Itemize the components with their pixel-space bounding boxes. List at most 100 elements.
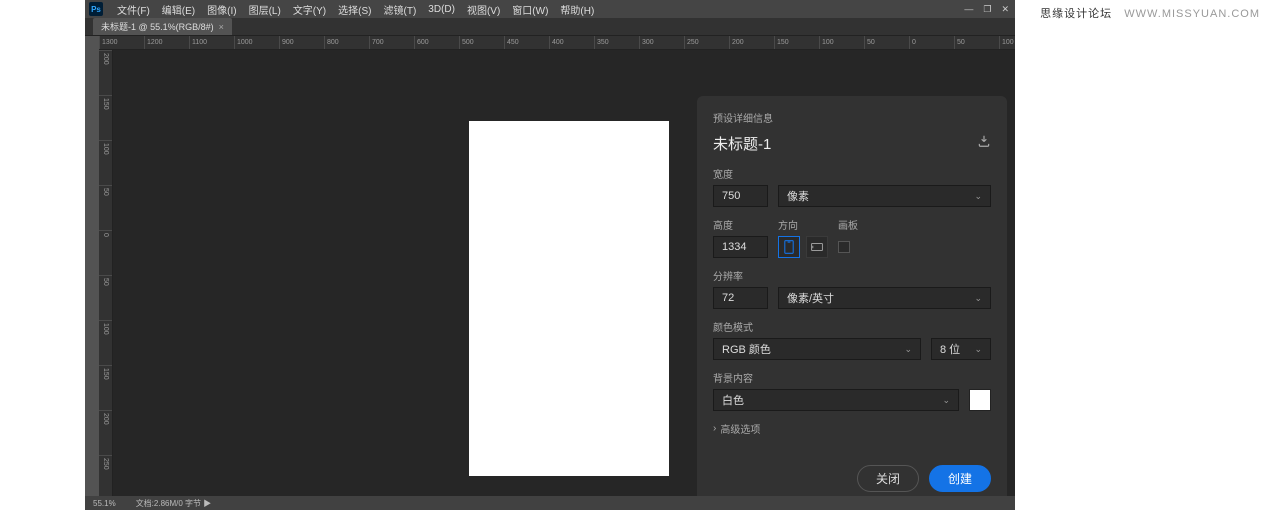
background-color-swatch[interactable] (969, 389, 991, 411)
window-minimize-icon[interactable]: — (964, 4, 973, 14)
background-value: 白色 (722, 392, 744, 408)
ruler-tick: 150 (99, 365, 112, 410)
close-button[interactable]: 关闭 (857, 465, 919, 492)
window-restore-icon[interactable]: ❐ (983, 4, 991, 15)
bit-depth-select[interactable]: 8 位 ⌄ (931, 338, 991, 360)
ruler-tick: 250 (684, 36, 729, 49)
chevron-down-icon: ⌄ (974, 293, 982, 304)
ruler-tick: 1200 (144, 36, 189, 49)
ruler-tick: 600 (414, 36, 459, 49)
ruler-tick: 100 (99, 140, 112, 185)
menu-3d[interactable]: 3D(D) (422, 4, 461, 15)
chevron-down-icon: ⌄ (974, 344, 982, 355)
document-info[interactable]: 文档:2.86M/0 字节 ▶ (136, 498, 212, 509)
color-mode-label: 颜色模式 (713, 319, 991, 334)
ruler-tick: 150 (774, 36, 819, 49)
app-logo: Ps (89, 2, 103, 16)
menu-type[interactable]: 文字(Y) (287, 2, 332, 17)
watermark: 思缘设计论坛 WWW.MISSYUAN.COM (1040, 5, 1260, 21)
ruler-tick: 300 (639, 36, 684, 49)
orientation-label: 方向 (778, 217, 828, 232)
background-label: 背景内容 (713, 370, 991, 385)
document-tab-title: 未标题-1 @ 55.1%(RGB/8#) (101, 20, 214, 33)
bit-depth-value: 8 位 (940, 341, 960, 357)
color-mode-select[interactable]: RGB 颜色 ⌄ (713, 338, 921, 360)
ruler-tick: 50 (99, 185, 112, 230)
height-input[interactable] (713, 236, 768, 258)
menu-view[interactable]: 视图(V) (461, 2, 506, 17)
width-input[interactable] (713, 185, 768, 207)
canvas-workspace: 1300120011001000900800700600500450400350… (99, 36, 1015, 496)
orientation-portrait-button[interactable] (778, 236, 800, 258)
chevron-right-icon: › (713, 423, 716, 434)
menu-edit[interactable]: 编辑(E) (156, 2, 201, 17)
advanced-label: 高级选项 (720, 421, 760, 436)
ruler-tick: 50 (954, 36, 999, 49)
ruler-tick: 200 (729, 36, 774, 49)
create-button[interactable]: 创建 (929, 465, 991, 492)
watermark-url: WWW.MISSYUAN.COM (1124, 8, 1260, 20)
ruler-tick: 400 (549, 36, 594, 49)
ruler-tick: 100 (99, 320, 112, 365)
background-select[interactable]: 白色 ⌄ (713, 389, 959, 411)
document-tabbar: 未标题-1 @ 55.1%(RGB/8#) × (85, 18, 1015, 36)
orientation-landscape-button[interactable] (806, 236, 828, 258)
chevron-down-icon: ⌄ (974, 191, 982, 202)
ruler-tick: 350 (594, 36, 639, 49)
watermark-cn: 思缘设计论坛 (1040, 8, 1112, 20)
ruler-tick: 250 (99, 455, 112, 496)
ruler-tick: 800 (324, 36, 369, 49)
menu-layer[interactable]: 图层(L) (243, 2, 287, 17)
zoom-level[interactable]: 55.1% (93, 499, 116, 508)
height-label: 高度 (713, 217, 768, 232)
ruler-tick: 450 (504, 36, 549, 49)
menu-file[interactable]: 文件(F) (111, 2, 156, 17)
ruler-tick: 1300 (99, 36, 144, 49)
ruler-horizontal[interactable]: 1300120011001000900800700600500450400350… (99, 36, 1015, 50)
resolution-input[interactable] (713, 287, 768, 309)
width-unit-select[interactable]: 像素 ⌄ (778, 185, 991, 207)
ruler-tick: 100 (999, 36, 1015, 49)
preset-info-label: 预设详细信息 (713, 110, 991, 125)
ruler-tick: 100 (819, 36, 864, 49)
ruler-tick: 200 (99, 50, 112, 95)
ruler-tick: 50 (99, 275, 112, 320)
chevron-down-icon: ⌄ (942, 395, 950, 406)
chevron-down-icon: ⌄ (904, 344, 912, 355)
document-name[interactable]: 未标题-1 (713, 133, 771, 154)
save-preset-icon[interactable] (977, 134, 991, 153)
window-close-icon[interactable]: ✕ (1001, 4, 1009, 15)
new-document-panel: 预设详细信息 未标题-1 宽度 像素 ⌄ (697, 96, 1007, 496)
resolution-unit-value: 像素/英寸 (787, 290, 834, 306)
tab-close-icon[interactable]: × (219, 22, 224, 32)
photoshop-window: Ps 文件(F) 编辑(E) 图像(I) 图层(L) 文字(Y) 选择(S) 滤… (85, 0, 1015, 510)
ruler-tick: 150 (99, 95, 112, 140)
menu-image[interactable]: 图像(I) (201, 2, 242, 17)
resolution-unit-select[interactable]: 像素/英寸 ⌄ (778, 287, 991, 309)
status-bar: 55.1% 文档:2.86M/0 字节 ▶ (85, 496, 1015, 510)
ruler-tick: 50 (864, 36, 909, 49)
ruler-tick: 0 (909, 36, 954, 49)
arrow-right-icon: ▶ (203, 499, 211, 508)
artboard-checkbox[interactable] (838, 241, 850, 253)
ruler-tick: 700 (369, 36, 414, 49)
menu-help[interactable]: 帮助(H) (554, 2, 600, 17)
document-canvas[interactable] (469, 121, 669, 476)
color-mode-value: RGB 颜色 (722, 341, 771, 357)
menu-select[interactable]: 选择(S) (332, 2, 377, 17)
ruler-tick: 0 (99, 230, 112, 275)
ruler-tick: 1100 (189, 36, 234, 49)
resolution-label: 分辨率 (713, 268, 991, 283)
width-unit-value: 像素 (787, 188, 809, 204)
advanced-options-toggle[interactable]: › 高级选项 (713, 421, 991, 436)
left-gutter (85, 36, 99, 496)
artboard-label: 画板 (838, 217, 858, 232)
menu-filter[interactable]: 滤镜(T) (378, 2, 423, 17)
ruler-tick: 500 (459, 36, 504, 49)
document-tab[interactable]: 未标题-1 @ 55.1%(RGB/8#) × (93, 18, 232, 35)
ruler-vertical[interactable]: 2001501005005010015020025030035040045050… (99, 50, 113, 496)
menu-window[interactable]: 窗口(W) (506, 2, 554, 17)
ruler-tick: 200 (99, 410, 112, 455)
width-label: 宽度 (713, 166, 991, 181)
ruler-tick: 1000 (234, 36, 279, 49)
